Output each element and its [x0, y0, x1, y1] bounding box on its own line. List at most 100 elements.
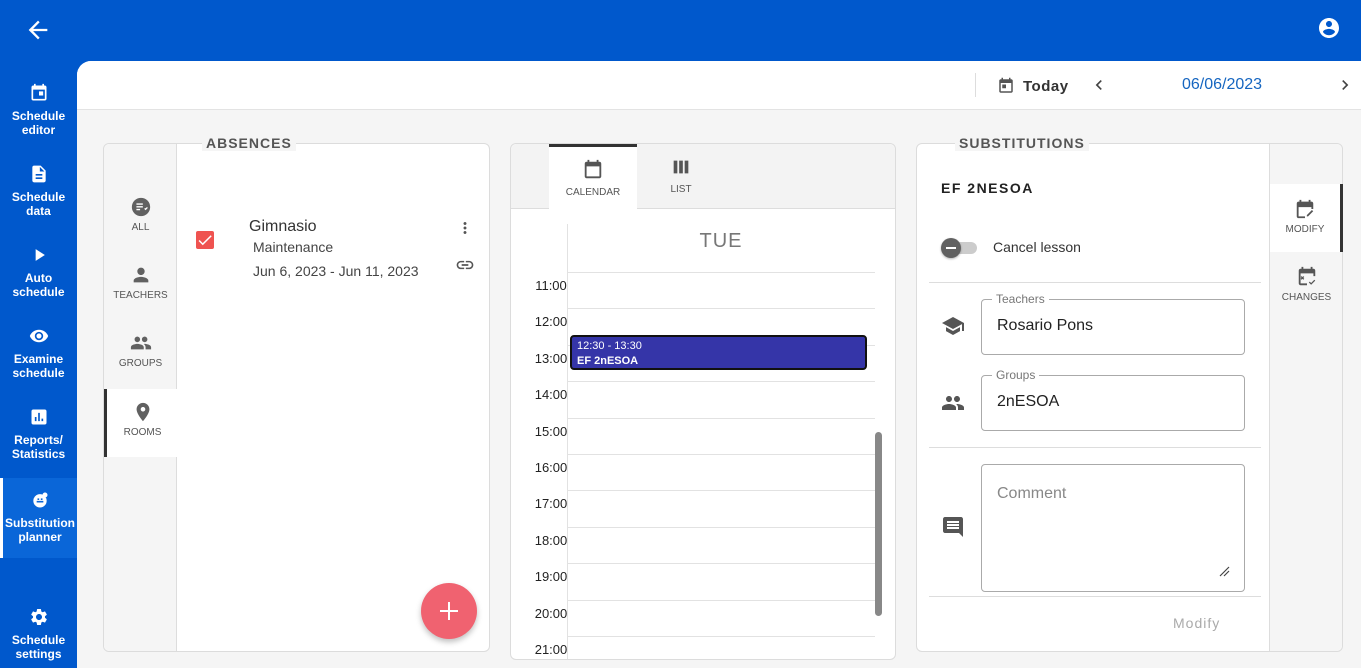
nav-item-substitution-planner[interactable]: Substitution planner — [0, 478, 77, 558]
nav-label: Schedule data — [11, 190, 66, 218]
nav-item-schedule-editor[interactable]: Schedule editor — [0, 83, 77, 163]
nav-label: Reports/ Statistics — [11, 433, 66, 461]
view-column-icon — [673, 160, 689, 174]
modify-button[interactable]: Modify — [1173, 615, 1220, 631]
tab-label: LIST — [670, 184, 692, 195]
hour-line — [567, 454, 875, 455]
absence-reason: Maintenance — [253, 239, 334, 255]
substitutions-title: SUBSTITUTIONS — [955, 135, 1089, 151]
hour-label: 19:00 — [534, 569, 568, 585]
hour-line — [567, 417, 875, 419]
comment-textarea[interactable]: Comment — [981, 464, 1245, 592]
hour-line — [567, 490, 875, 492]
hour-line — [567, 563, 875, 565]
tab-teachers[interactable]: TEACHERS — [104, 264, 177, 332]
account-icon[interactable] — [1317, 16, 1341, 40]
nav-label: Schedule settings — [11, 633, 66, 661]
tab-label: ROOMS — [123, 427, 162, 438]
tab-label: CALENDAR — [565, 187, 621, 198]
hour-label: 20:00 — [534, 605, 568, 621]
chart-icon — [31, 409, 46, 425]
lesson-heading: EF 2NESOA — [941, 180, 1034, 196]
tab-all[interactable]: ALL — [104, 196, 177, 264]
teachers-value: Rosario Pons — [997, 317, 1094, 334]
today-label: Today — [1023, 77, 1069, 95]
divider — [929, 447, 1261, 448]
hour-label: 17:00 — [534, 496, 568, 512]
resize-handle-icon[interactable] — [1218, 565, 1230, 577]
today-button[interactable]: Today — [997, 75, 1069, 97]
hour-line — [567, 526, 875, 528]
location-pin-icon — [136, 402, 149, 422]
scrollbar[interactable] — [875, 432, 882, 616]
current-date[interactable]: 06/06/2023 — [1167, 76, 1277, 94]
hour-line — [567, 308, 875, 310]
absence-room-name: Gimnasio — [249, 218, 317, 235]
cancel-lesson-label: Cancel lesson — [993, 239, 1081, 255]
nav-item-schedule-settings[interactable]: Schedule settings — [0, 607, 77, 668]
people-icon — [942, 396, 964, 410]
back-arrow-icon[interactable] — [24, 16, 52, 44]
people-icon — [130, 336, 151, 350]
substitution-icon — [33, 492, 48, 508]
absence-date-range: Jun 6, 2023 - Jun 11, 2023 — [253, 263, 419, 279]
tab-list[interactable]: LIST — [637, 144, 725, 209]
absences-title: ABSENCES — [202, 135, 296, 151]
tab-label: TEACHERS — [113, 290, 168, 301]
tab-label: MODIFY — [1285, 224, 1325, 235]
absence-checkbox[interactable] — [196, 231, 214, 249]
event-time: 12:30 - 13:30 — [577, 340, 642, 352]
tab-changes[interactable]: CHANGES — [1270, 252, 1343, 320]
add-absence-button[interactable] — [421, 583, 477, 639]
nav-label: Schedule editor — [11, 109, 66, 137]
hour-line — [567, 599, 875, 601]
groups-field[interactable]: Groups 2nESOA — [981, 368, 1245, 431]
tab-rooms[interactable]: ROOMS — [104, 389, 178, 457]
play-icon — [35, 249, 45, 261]
groups-label: Groups — [992, 368, 1040, 382]
toggle-knob — [941, 238, 961, 258]
substitutions-panel: SUBSTITUTIONS EF 2NESOA Cancel lesson Te… — [916, 135, 1343, 652]
substitution-tabs: MODIFY CHANGES — [1269, 144, 1343, 651]
calendar-grid[interactable]: 11:00 12:00 13:00 14:00 15:00 16:00 17:00 18:00… — [523, 260, 875, 659]
gear-icon — [30, 609, 47, 625]
lesson-event[interactable]: 12:30 - 13:30 EF 2nESOA — [570, 335, 867, 370]
divider — [929, 282, 1261, 283]
teachers-field[interactable]: Teachers Rosario Pons — [981, 292, 1245, 355]
link-icon[interactable] — [454, 255, 476, 275]
hour-line — [567, 636, 875, 637]
tab-modify[interactable]: MODIFY — [1270, 184, 1343, 252]
nav-label: Substitution planner — [5, 516, 75, 544]
absences-filter-tabs: ALL TEACHERS GROUPS ROOMS — [104, 144, 178, 651]
calendar-view-tabs: CALENDAR LIST — [511, 144, 895, 210]
chevron-left-icon[interactable] — [1089, 75, 1109, 95]
comment-icon — [943, 517, 963, 537]
comment-placeholder: Comment — [997, 485, 1067, 502]
absences-panel: ALL TEACHERS GROUPS ROOMS ABSENCES Gimna… — [103, 135, 490, 652]
tab-label: ALL — [131, 222, 150, 233]
document-icon — [31, 165, 46, 183]
tab-calendar[interactable]: CALENDAR — [549, 144, 637, 210]
date-navigation-bar: Today 06/06/2023 — [77, 61, 1361, 110]
hour-label: 11:00 — [535, 278, 567, 293]
calendar-icon — [584, 159, 602, 179]
nav-item-auto-schedule[interactable]: Auto schedule — [0, 245, 77, 325]
sidebar-nav: Schedule editor Schedule data Auto sched… — [0, 61, 77, 668]
nav-item-reports-statistics[interactable]: Reports/ Statistics — [0, 407, 77, 487]
checkmark-icon — [198, 235, 212, 246]
nav-item-examine-schedule[interactable]: Examine schedule — [0, 326, 77, 406]
eye-icon — [29, 329, 48, 343]
calendar-today-icon — [999, 77, 1013, 93]
tab-label: CHANGES — [1281, 292, 1332, 303]
nav-label: Auto schedule — [12, 271, 65, 299]
hour-line — [567, 381, 875, 383]
more-vert-icon[interactable] — [456, 219, 474, 237]
nav-label: Examine schedule — [12, 352, 65, 380]
hour-label: 16:00 — [534, 460, 568, 475]
nav-item-schedule-data[interactable]: Schedule data — [0, 164, 77, 244]
edit-calendar-icon — [1296, 199, 1314, 219]
cancel-lesson-toggle[interactable] — [941, 238, 979, 258]
chevron-right-icon[interactable] — [1335, 75, 1355, 95]
hour-label: 14:00 — [534, 387, 568, 403]
school-icon — [942, 317, 964, 335]
